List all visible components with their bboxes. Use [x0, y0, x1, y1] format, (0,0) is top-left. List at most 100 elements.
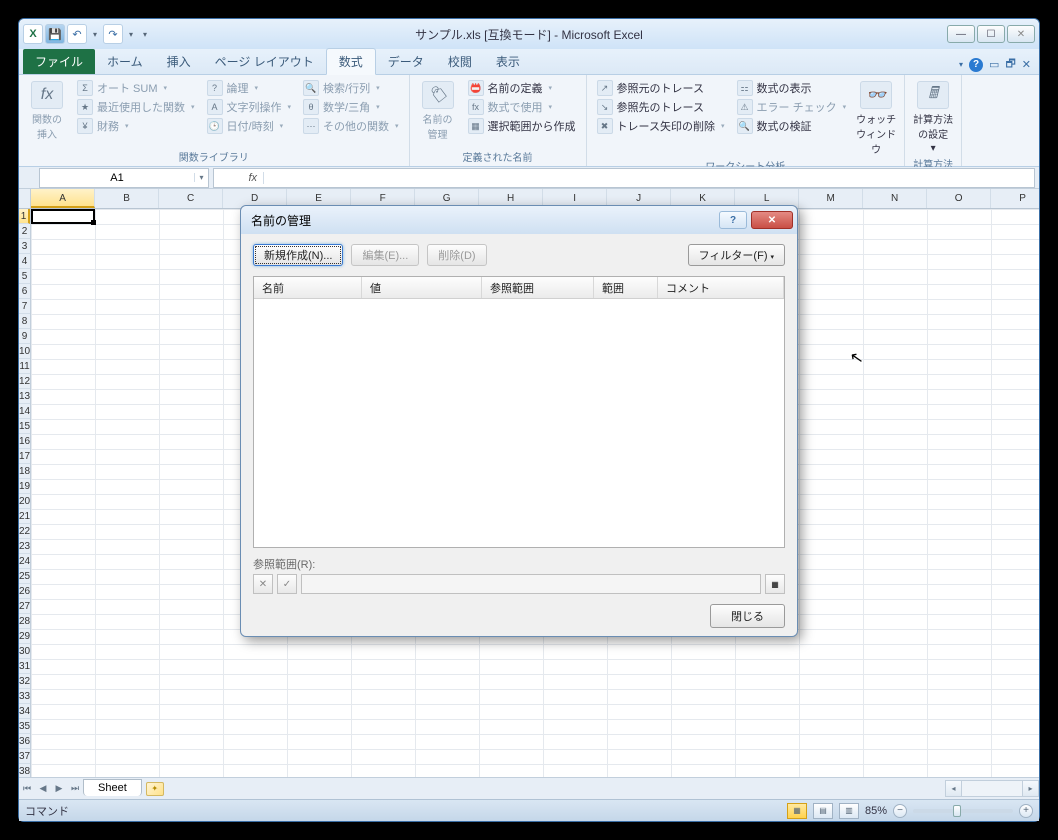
show-formulas-button[interactable]: ⚏数式の表示	[733, 79, 851, 97]
row-header[interactable]: 22	[19, 524, 30, 539]
row-header[interactable]: 4	[19, 254, 30, 269]
evaluate-formula-button[interactable]: 🔍数式の検証	[733, 117, 851, 135]
horizontal-scrollbar[interactable]: ◂ ▸	[945, 780, 1039, 797]
scroll-left-icon[interactable]: ◂	[945, 780, 962, 797]
create-from-selection-button[interactable]: ▦選択範囲から作成	[464, 117, 580, 135]
column-header[interactable]: B	[95, 189, 159, 208]
row-header[interactable]: 7	[19, 299, 30, 314]
row-header[interactable]: 26	[19, 584, 30, 599]
financial-button[interactable]: ¥財務▾	[73, 117, 199, 135]
row-header[interactable]: 17	[19, 449, 30, 464]
row-header[interactable]: 5	[19, 269, 30, 284]
use-in-formula-button[interactable]: fx数式で使用▾	[464, 98, 580, 116]
excel-icon[interactable]: X	[23, 24, 43, 44]
datetime-button[interactable]: 🕒日付/時刻▾	[203, 117, 296, 135]
column-header[interactable]: M	[799, 189, 863, 208]
qat-customize-icon[interactable]: ▾	[139, 24, 151, 44]
names-list[interactable]: 名前 値 参照範囲 範囲 コメント	[253, 276, 785, 548]
undo-icon[interactable]: ↶	[67, 24, 87, 44]
close-workbook-icon[interactable]: ✕	[1022, 58, 1031, 71]
row-header[interactable]: 35	[19, 719, 30, 734]
close-button[interactable]: ✕	[1007, 25, 1035, 43]
row-header[interactable]: 33	[19, 689, 30, 704]
row-header[interactable]: 24	[19, 554, 30, 569]
zoom-thumb[interactable]	[953, 805, 961, 817]
row-header[interactable]: 12	[19, 374, 30, 389]
row-header[interactable]: 32	[19, 674, 30, 689]
row-header[interactable]: 30	[19, 644, 30, 659]
row-header[interactable]: 19	[19, 479, 30, 494]
row-header[interactable]: 25	[19, 569, 30, 584]
col-comment[interactable]: コメント	[658, 277, 784, 298]
lookup-button[interactable]: 🔍検索/行列▾	[299, 79, 403, 97]
zoom-out-icon[interactable]: −	[893, 804, 907, 818]
row-header[interactable]: 10	[19, 344, 30, 359]
col-scope[interactable]: 範囲	[594, 277, 658, 298]
logical-button[interactable]: ?論理▾	[203, 79, 296, 97]
trace-precedents-button[interactable]: ↗参照元のトレース	[593, 79, 729, 97]
zoom-level[interactable]: 85%	[865, 805, 887, 817]
tab-formulas[interactable]: 数式	[326, 48, 376, 75]
row-header[interactable]: 6	[19, 284, 30, 299]
page-layout-view-icon[interactable]: ▤	[813, 803, 833, 819]
row-header[interactable]: 37	[19, 749, 30, 764]
calc-options-button[interactable]: 🖩計算方法 の設定▾	[911, 77, 955, 154]
column-header[interactable]: O	[927, 189, 991, 208]
insert-function-button[interactable]: fx関数の 挿入	[25, 77, 69, 147]
row-header[interactable]: 14	[19, 404, 30, 419]
column-header[interactable]: A	[31, 189, 95, 208]
row-header[interactable]: 38	[19, 764, 30, 777]
tab-review[interactable]: 校閲	[436, 49, 484, 74]
row-header[interactable]: 1	[19, 209, 30, 224]
tab-nav-prev-icon[interactable]: ◀	[35, 783, 51, 794]
row-header[interactable]: 31	[19, 659, 30, 674]
row-header[interactable]: 28	[19, 614, 30, 629]
row-header[interactable]: 20	[19, 494, 30, 509]
watch-window-button[interactable]: 👓ウォッチ ウィンドウ	[854, 77, 898, 156]
ribbon-dropdown-icon[interactable]: ▾	[959, 60, 963, 69]
autosum-button[interactable]: Σオート SUM▾	[73, 79, 199, 97]
row-header[interactable]: 16	[19, 434, 30, 449]
row-header[interactable]: 21	[19, 509, 30, 524]
zoom-slider[interactable]	[913, 809, 1013, 813]
row-header[interactable]: 9	[19, 329, 30, 344]
error-check-button[interactable]: ⚠エラー チェック▾	[733, 98, 851, 116]
minimize-button[interactable]: ―	[947, 25, 975, 43]
recent-functions-button[interactable]: ★最近使用した関数▾	[73, 98, 199, 116]
row-header[interactable]: 8	[19, 314, 30, 329]
undo-dropdown-icon[interactable]: ▾	[89, 24, 101, 44]
column-header[interactable]: N	[863, 189, 927, 208]
row-header[interactable]: 11	[19, 359, 30, 374]
new-name-button[interactable]: 新規作成(N)...	[253, 244, 343, 266]
tab-file[interactable]: ファイル	[23, 49, 95, 74]
filter-button[interactable]: フィルター(F)▾	[688, 244, 785, 266]
range-picker-icon[interactable]: ▦	[765, 574, 785, 594]
row-header[interactable]: 36	[19, 734, 30, 749]
page-break-view-icon[interactable]: ▥	[839, 803, 859, 819]
row-header[interactable]: 27	[19, 599, 30, 614]
normal-view-icon[interactable]: ▦	[787, 803, 807, 819]
tab-nav-next-icon[interactable]: ▶	[51, 783, 67, 794]
name-box-dropdown-icon[interactable]: ▾	[194, 173, 208, 182]
row-header[interactable]: 13	[19, 389, 30, 404]
row-header[interactable]: 2	[19, 224, 30, 239]
close-dialog-button[interactable]: 閉じる	[710, 604, 785, 628]
row-header[interactable]: 15	[19, 419, 30, 434]
redo-icon[interactable]: ↷	[103, 24, 123, 44]
define-name-button[interactable]: 📛名前の定義▾	[464, 79, 580, 97]
dialog-help-icon[interactable]: ?	[719, 211, 747, 229]
col-name[interactable]: 名前	[254, 277, 362, 298]
text-button[interactable]: A文字列操作▾	[203, 98, 296, 116]
col-refersto[interactable]: 参照範囲	[482, 277, 594, 298]
select-all-corner[interactable]	[19, 189, 30, 209]
hscroll-track[interactable]	[962, 780, 1022, 797]
formula-bar[interactable]: fx	[213, 168, 1035, 188]
name-box[interactable]: A1 ▾	[39, 168, 209, 188]
maximize-button[interactable]: ☐	[977, 25, 1005, 43]
restore-workbook-icon[interactable]: 🗗	[1005, 55, 1015, 74]
dialog-close-icon[interactable]: ✕	[751, 211, 793, 229]
redo-dropdown-icon[interactable]: ▾	[125, 24, 137, 44]
math-button[interactable]: θ数学/三角▾	[299, 98, 403, 116]
zoom-in-icon[interactable]: +	[1019, 804, 1033, 818]
scroll-right-icon[interactable]: ▸	[1022, 780, 1039, 797]
